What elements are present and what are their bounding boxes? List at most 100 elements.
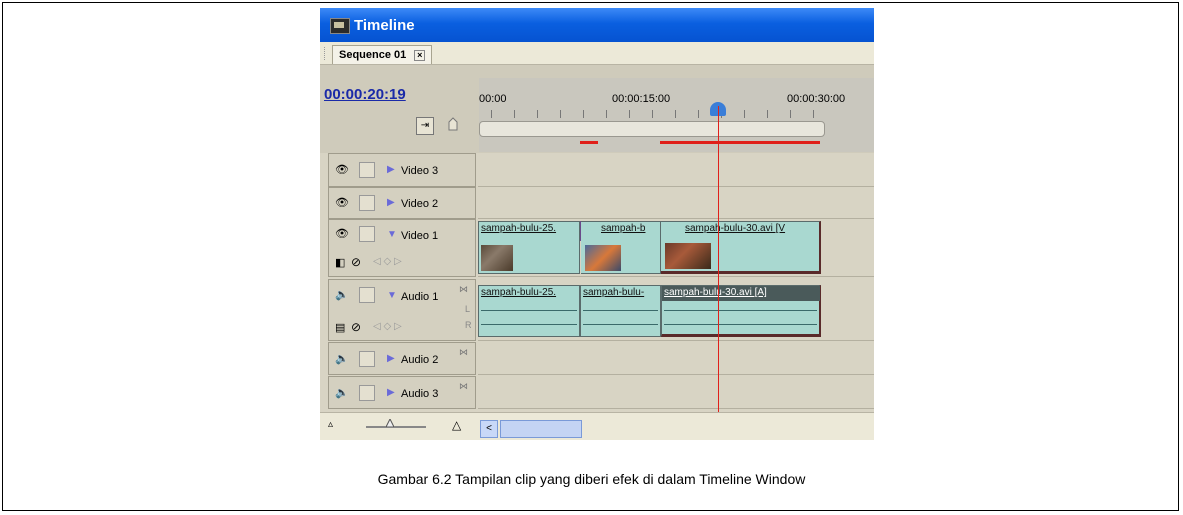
eye-icon[interactable]: 👁 [335, 197, 349, 209]
render-bar [580, 141, 598, 144]
clip-label: sampah-bulu-30.avi [A] [664, 287, 767, 298]
track-label: Audio 3 [401, 388, 439, 400]
keyframe-nav-icon[interactable]: ◁ ◇ ▷ [373, 321, 402, 332]
waveform-icon[interactable]: ▤ [335, 321, 345, 334]
ruler-tick [790, 110, 791, 118]
display-style-icon[interactable]: ◧ [335, 256, 345, 269]
collapse-triangle-icon[interactable]: ▼ [387, 290, 397, 301]
collapse-triangle-icon[interactable]: ▼ [387, 229, 397, 240]
clip-label: sampah-b [601, 223, 646, 234]
keyframe-toggle-icon[interactable]: ⊘ [351, 255, 361, 269]
track-header-video1[interactable]: 👁 ▼ Video 1 ◧ ⊘ ◁ ◇ ▷ [328, 219, 476, 277]
ruler-tick [744, 110, 745, 118]
sync-lock-icon[interactable]: ⋈ [459, 381, 468, 392]
ruler-tick [767, 110, 768, 118]
audio-clip[interactable]: sampah-bulu- [580, 285, 661, 337]
tab-sequence-01[interactable]: Sequence 01 × [332, 45, 433, 64]
expand-triangle-icon[interactable]: ▶ [387, 164, 395, 175]
channel-label: L [465, 304, 471, 314]
render-bar [660, 141, 820, 144]
eye-icon[interactable]: 👁 [335, 228, 349, 240]
lock-toggle[interactable] [359, 226, 375, 242]
track-lane-audio1[interactable]: sampah-bulu-25. sampah-bulu- sampah-bulu… [478, 279, 874, 341]
video-clip[interactable]: sampah-bulu-30.avi [V [661, 221, 821, 274]
marker-icon[interactable] [448, 117, 458, 131]
keyframe-nav-icon[interactable]: ◁ ◇ ▷ [373, 256, 402, 267]
horizontal-scroll-thumb[interactable] [500, 420, 582, 438]
ruler-tick [652, 110, 653, 118]
waveform [583, 324, 658, 325]
clip-thumbnail [585, 245, 621, 271]
ruler-tick [698, 110, 699, 118]
speaker-icon[interactable]: 🔈 [335, 289, 349, 301]
timeline-window: Timeline Sequence 01 × 00:00:20:19 ⇥ 00:0… [320, 8, 874, 440]
tab-grip[interactable] [324, 47, 328, 60]
track-header-audio2[interactable]: 🔈 ▶ Audio 2 ⋈ [328, 342, 476, 375]
tab-strip: Sequence 01 × [320, 42, 874, 65]
expand-triangle-icon[interactable]: ▶ [387, 353, 395, 364]
ruler-tick [560, 110, 561, 118]
ruler-tick [813, 110, 814, 118]
playhead-line[interactable] [718, 106, 719, 424]
title-bar[interactable]: Timeline [320, 8, 874, 42]
zoom-slider[interactable] [366, 426, 426, 428]
waveform [481, 324, 577, 325]
window-title: Timeline [354, 17, 415, 34]
waveform [481, 310, 577, 311]
track-header-video2[interactable]: 👁 ▶ Video 2 [328, 187, 476, 219]
lock-toggle[interactable] [359, 385, 375, 401]
scroll-left-icon[interactable]: < [480, 420, 498, 438]
track-lane-audio3[interactable] [478, 376, 874, 409]
track-label: Video 1 [401, 230, 439, 242]
figure-caption: Gambar 6.2 Tampilan clip yang diberi efe… [377, 471, 806, 487]
lock-toggle[interactable] [359, 287, 375, 303]
track-lane-video2[interactable] [478, 187, 874, 219]
clip-label: sampah-bulu- [583, 287, 645, 298]
current-timecode[interactable]: 00:00:20:19 [324, 86, 406, 103]
ruler-tick [514, 110, 515, 118]
waveform [664, 324, 817, 325]
speaker-icon[interactable]: 🔈 [335, 353, 349, 365]
clip-label: sampah-bulu-25. [481, 223, 557, 234]
waveform [583, 310, 658, 311]
track-header-video3[interactable]: 👁 ▶ Video 3 [328, 153, 476, 187]
timeline-app-icon [330, 18, 350, 34]
audio-clip[interactable]: sampah-bulu-30.avi [A] [661, 285, 821, 337]
ruler-tick [491, 110, 492, 118]
track-label: Video 2 [401, 198, 439, 210]
sync-lock-icon[interactable]: ⋈ [459, 284, 468, 295]
keyframe-toggle-icon[interactable]: ⊘ [351, 320, 361, 334]
eye-icon[interactable]: 👁 [335, 164, 349, 176]
track-lane-video3[interactable] [478, 153, 874, 187]
lock-toggle[interactable] [359, 351, 375, 367]
track-label: Audio 2 [401, 354, 439, 366]
tab-label: Sequence 01 [339, 49, 407, 61]
clip-thumbnail [481, 245, 513, 271]
lock-toggle[interactable] [359, 195, 375, 211]
audio-clip[interactable]: sampah-bulu-25. [478, 285, 580, 337]
zoom-out-icon[interactable]: ▵ [328, 419, 333, 430]
expand-triangle-icon[interactable]: ▶ [387, 387, 395, 398]
zoom-thumb[interactable] [386, 419, 394, 427]
video-clip[interactable]: sampah-b [581, 221, 661, 274]
lock-toggle[interactable] [359, 162, 375, 178]
ruler-label: 00:00:30:00 [787, 93, 846, 105]
expand-triangle-icon[interactable]: ▶ [387, 197, 395, 208]
clip-label: sampah-bulu-30.avi [V [685, 223, 786, 234]
clip-label: sampah-bulu-25. [481, 287, 557, 298]
work-area-bar[interactable] [479, 121, 825, 137]
track-lane-audio2[interactable] [478, 342, 874, 375]
timeline-bottom-bar: ▵ △ < [320, 412, 874, 440]
ruler-tick [675, 110, 676, 118]
sync-lock-icon[interactable]: ⋈ [459, 347, 468, 358]
track-label: Video 3 [401, 165, 439, 177]
track-lane-video1[interactable]: sampah-bulu-25. sampah-b sampah-bulu-30.… [478, 219, 874, 277]
ruler-tick [606, 110, 607, 118]
track-header-audio3[interactable]: 🔈 ▶ Audio 3 ⋈ [328, 376, 476, 409]
zoom-in-icon[interactable]: △ [452, 418, 461, 432]
close-icon[interactable]: × [414, 50, 426, 61]
video-clip[interactable]: sampah-bulu-25. [478, 221, 580, 274]
track-header-audio1[interactable]: 🔈 ▼ Audio 1 ⋈ L R ▤ ⊘ ◁ ◇ ▷ [328, 279, 476, 341]
snap-icon[interactable]: ⇥ [416, 117, 434, 135]
speaker-icon[interactable]: 🔈 [335, 387, 349, 399]
